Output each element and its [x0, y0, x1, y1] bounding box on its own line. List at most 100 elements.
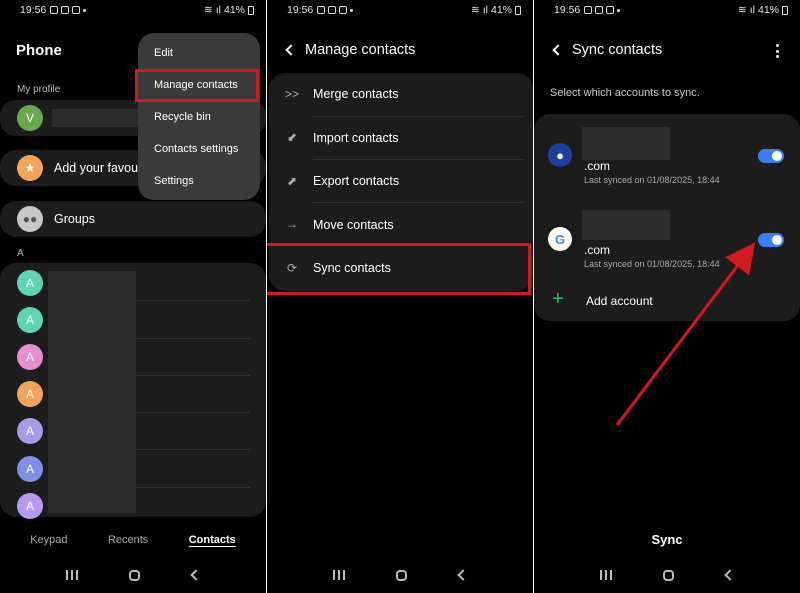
back-icon[interactable]	[552, 44, 564, 56]
export-contacts-item[interactable]: Export contacts	[313, 174, 399, 188]
export-icon: ⬈	[286, 174, 298, 188]
recents-icon[interactable]	[65, 570, 78, 580]
groups-card[interactable]: ●● Groups	[0, 201, 266, 237]
account-sync-toggle[interactable]	[758, 149, 784, 163]
add-account-button[interactable]: Add account	[586, 294, 653, 308]
divider	[136, 487, 250, 488]
divider	[136, 412, 250, 413]
contact-names-redacted	[48, 271, 136, 513]
battery-level: 41%	[223, 4, 245, 16]
favourites-label: Add your favour	[54, 161, 143, 175]
tab-keypad[interactable]: Keypad	[30, 534, 67, 546]
divider	[313, 116, 523, 117]
import-contacts-item[interactable]: Import contacts	[313, 131, 398, 145]
notification-icons	[317, 6, 354, 14]
back-icon[interactable]	[285, 44, 297, 56]
menu-item-recycle-bin[interactable]: Recycle bin	[154, 111, 211, 123]
samsung-account-icon: ●	[548, 143, 572, 167]
star-icon: ★	[17, 155, 43, 181]
notification-icons	[50, 6, 87, 14]
contact-avatar[interactable]: A	[17, 418, 43, 444]
account-domain: .com	[584, 159, 611, 173]
account-sync-toggle[interactable]	[758, 233, 784, 247]
system-nav-bar	[0, 565, 266, 585]
divider	[136, 300, 250, 301]
tab-contacts[interactable]: Contacts	[189, 534, 236, 546]
battery-icon	[515, 5, 521, 15]
page-title: Manage contacts	[305, 42, 416, 58]
status-bar: 19:56 ≋ ıl 41%	[554, 3, 788, 17]
contacts-list: A A A A A A A	[0, 263, 266, 519]
sync-button[interactable]: Sync	[534, 532, 800, 547]
tab-recents[interactable]: Recents	[108, 534, 148, 546]
status-bar: 19:56 ≋ ıl 41%	[287, 3, 521, 17]
wifi-icon: ≋	[203, 4, 213, 16]
divider	[313, 202, 523, 203]
divider	[136, 375, 250, 376]
back-icon[interactable]	[457, 569, 469, 581]
page-title: Sync contacts	[572, 42, 663, 58]
back-icon[interactable]	[190, 569, 202, 581]
manage-contacts-screen: 19:56 ≋ ıl 41% Manage contacts >> Merge …	[267, 0, 533, 593]
menu-item-settings[interactable]: Settings	[154, 175, 194, 187]
account-name-redacted	[582, 210, 670, 240]
page-title: Phone	[16, 42, 62, 59]
merge-contacts-item[interactable]: Merge contacts	[313, 87, 398, 101]
account-last-synced: Last synced on 01/08/2025, 18:44	[584, 259, 720, 269]
phone-contacts-screen: 19:56 ≋ ıl 41% Phone My profile V ★ Add …	[0, 0, 266, 593]
system-nav-bar	[267, 565, 533, 585]
status-right: ≋ ıl 41%	[738, 4, 788, 16]
signal-icon: ıl	[482, 4, 488, 16]
home-icon[interactable]	[396, 569, 408, 581]
accounts-card: ● .com Last synced on 01/08/2025, 18:44 …	[534, 114, 800, 321]
contact-avatar[interactable]: A	[17, 493, 43, 519]
status-time: 19:56	[287, 4, 314, 16]
status-time: 19:56	[554, 4, 581, 16]
move-contacts-item[interactable]: Move contacts	[313, 218, 394, 232]
status-bar: 19:56 ≋ ıl 41%	[20, 3, 254, 17]
menu-item-contacts-settings[interactable]: Contacts settings	[154, 143, 238, 155]
sync-contacts-screen: 19:56 ≋ ıl 41% Sync contacts Select whic…	[534, 0, 800, 593]
groups-icon: ●●	[17, 206, 43, 232]
divider	[136, 338, 250, 339]
account-domain: .com	[584, 243, 611, 257]
move-icon: →	[286, 217, 298, 231]
account-name-redacted	[582, 127, 670, 160]
system-nav-bar	[534, 565, 800, 585]
signal-icon: ıl	[215, 4, 221, 16]
bottom-tabs: Keypad Recents Contacts	[0, 534, 266, 546]
my-profile-label: My profile	[17, 84, 61, 95]
merge-icon: >>	[285, 87, 300, 101]
divider	[313, 159, 523, 160]
battery-level: 41%	[490, 4, 512, 16]
contact-avatar[interactable]: A	[17, 344, 43, 370]
home-icon[interactable]	[663, 569, 675, 581]
subtitle: Select which accounts to sync.	[550, 87, 700, 99]
divider	[136, 449, 250, 450]
groups-label: Groups	[54, 212, 95, 226]
contact-avatar[interactable]: A	[17, 381, 43, 407]
recents-icon[interactable]	[599, 570, 612, 580]
recents-icon[interactable]	[332, 570, 345, 580]
status-right: ≋ ıl 41%	[204, 4, 254, 16]
manage-contacts-highlight	[135, 69, 259, 102]
notification-icons	[584, 6, 621, 14]
contact-avatar[interactable]: A	[17, 307, 43, 333]
contact-avatar[interactable]: A	[17, 456, 43, 482]
more-options-icon[interactable]	[776, 44, 779, 58]
google-icon: G	[548, 227, 572, 251]
home-icon[interactable]	[129, 569, 141, 581]
contact-avatar[interactable]: A	[17, 270, 43, 296]
overflow-menu: Edit Manage contacts Recycle bin Contact…	[138, 33, 260, 200]
menu-item-edit[interactable]: Edit	[154, 47, 173, 59]
status-time: 19:56	[20, 4, 47, 16]
status-right: ≋ ıl 41%	[471, 4, 521, 16]
wifi-icon: ≋	[470, 4, 480, 16]
profile-avatar: V	[17, 105, 43, 131]
import-icon: ⬋	[286, 130, 298, 144]
battery-icon	[248, 5, 254, 15]
back-icon[interactable]	[724, 569, 736, 581]
section-letter: A	[17, 248, 24, 259]
battery-icon	[782, 5, 788, 15]
sync-contacts-highlight	[267, 243, 531, 295]
